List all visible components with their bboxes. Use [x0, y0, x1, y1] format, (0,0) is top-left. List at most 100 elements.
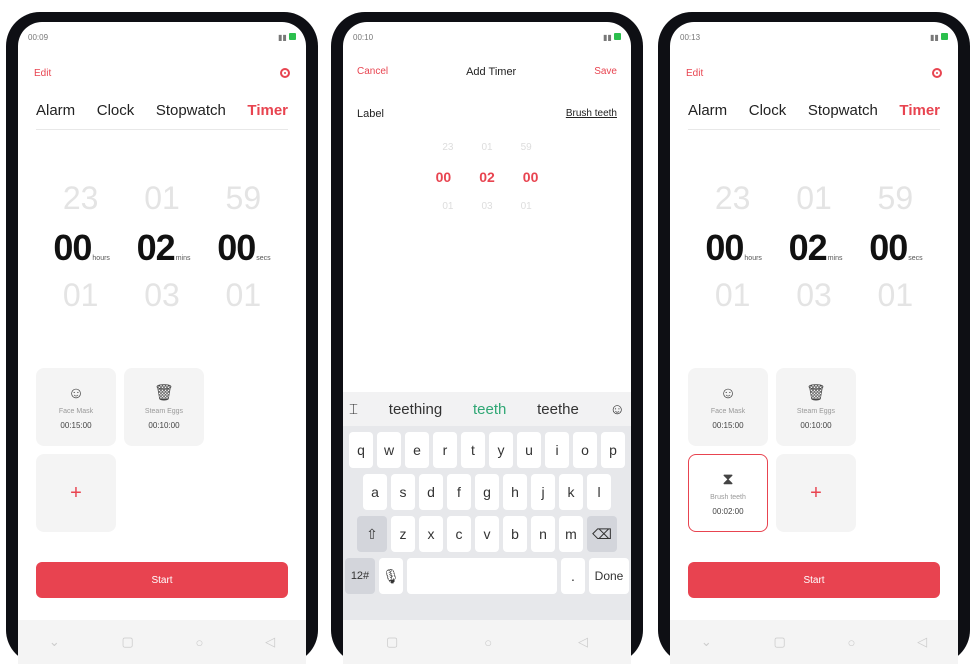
key-e[interactable]: e [405, 432, 429, 468]
status-time: 00:10 [353, 32, 374, 42]
cancel-button[interactable]: Cancel [357, 66, 388, 78]
picker-prev-mins: 01 [481, 142, 493, 153]
key-s[interactable]: s [391, 474, 415, 510]
key-a[interactable]: a [363, 474, 387, 510]
backspace-key-icon[interactable]: ⌫ [587, 516, 617, 552]
period-key[interactable]: . [561, 558, 585, 594]
tab-alarm[interactable]: Alarm [36, 102, 75, 119]
picker-prev-hours: 23 [714, 180, 751, 216]
key-f[interactable]: f [447, 474, 471, 510]
add-preset-button[interactable]: + [776, 454, 856, 532]
preset-card-selected[interactable]: ⧗ Brush teeth 00:02:00 [688, 454, 768, 532]
picker-secs[interactable]: 00 [217, 227, 256, 268]
tab-clock[interactable]: Clock [97, 102, 135, 119]
preset-time: 00:10:00 [148, 421, 180, 430]
edit-button[interactable]: Edit [34, 68, 51, 79]
key-p[interactable]: p [601, 432, 625, 468]
done-key[interactable]: Done [589, 558, 629, 594]
picker-prev-secs: 59 [225, 180, 262, 216]
label-input[interactable]: Brush teeth [566, 108, 617, 120]
nav-collapse-icon[interactable]: ⌄ [49, 634, 60, 650]
nav-recents-icon[interactable]: ▢ [386, 634, 398, 650]
key-q[interactable]: q [349, 432, 373, 468]
key-g[interactable]: g [475, 474, 499, 510]
save-button[interactable]: Save [594, 66, 617, 78]
nav-back-icon[interactable]: ◁ [578, 634, 588, 650]
tab-clock[interactable]: Clock [749, 102, 787, 119]
time-picker[interactable]: 23 01 59 00hours 02mins 00secs 01 03 01 [18, 172, 306, 314]
settings-icon[interactable] [280, 68, 290, 78]
picker-prev-secs: 59 [520, 142, 532, 153]
start-button[interactable]: Start [688, 562, 940, 598]
timer-screen: 00:13 ▮▮ Edit Alarm Clock Stopwatch Time… [670, 22, 958, 664]
edit-button[interactable]: Edit [686, 68, 703, 79]
key-j[interactable]: j [531, 474, 555, 510]
key-x[interactable]: x [419, 516, 443, 552]
nav-back-icon[interactable]: ◁ [917, 634, 927, 650]
key-w[interactable]: w [377, 432, 401, 468]
mic-key-icon[interactable]: 🎙 [379, 558, 403, 594]
key-m[interactable]: m [559, 516, 583, 552]
nav-home-icon[interactable]: ○ [848, 635, 856, 650]
numbers-key[interactable]: 12# [345, 558, 375, 594]
nav-collapse-icon[interactable]: ⌄ [701, 634, 712, 650]
start-button[interactable]: Start [36, 562, 288, 598]
picker-hours[interactable]: 00 [436, 169, 452, 185]
nav-recents-icon[interactable]: ▢ [774, 634, 786, 650]
picker-mins[interactable]: 02 [479, 169, 495, 185]
time-picker[interactable]: 23 01 59 00 02 00 01 03 01 [343, 142, 631, 257]
key-y[interactable]: y [489, 432, 513, 468]
preset-card[interactable]: ☺ Face Mask 00:15:00 [36, 368, 116, 446]
suggestion[interactable]: teeth [473, 401, 506, 418]
label-field[interactable]: Label Brush teeth [357, 108, 617, 120]
key-z[interactable]: z [391, 516, 415, 552]
picker-secs[interactable]: 00 [869, 227, 908, 268]
key-i[interactable]: i [545, 432, 569, 468]
cursor-icon[interactable]: ⌶ [349, 401, 358, 418]
suggestion[interactable]: teethe [537, 401, 579, 418]
key-t[interactable]: t [461, 432, 485, 468]
picker-secs[interactable]: 00 [523, 169, 539, 185]
key-v[interactable]: v [475, 516, 499, 552]
tab-stopwatch[interactable]: Stopwatch [808, 102, 878, 119]
nav-recents-icon[interactable]: ▢ [122, 634, 134, 650]
tab-timer[interactable]: Timer [247, 102, 288, 119]
key-d[interactable]: d [419, 474, 443, 510]
picker-mins[interactable]: 02 [789, 227, 828, 268]
key-b[interactable]: b [503, 516, 527, 552]
nav-home-icon[interactable]: ○ [196, 635, 204, 650]
tab-stopwatch[interactable]: Stopwatch [156, 102, 226, 119]
picker-next-hours: 01 [442, 201, 454, 212]
key-c[interactable]: c [447, 516, 471, 552]
add-preset-button[interactable]: + [36, 454, 116, 532]
key-o[interactable]: o [573, 432, 597, 468]
picker-mins[interactable]: 02 [137, 227, 176, 268]
picker-next-secs: 01 [225, 277, 262, 313]
settings-icon[interactable] [932, 68, 942, 78]
picker-hours[interactable]: 00 [705, 227, 744, 268]
key-l[interactable]: l [587, 474, 611, 510]
shift-key-icon[interactable]: ⇧ [357, 516, 387, 552]
status-icons: ▮▮ [930, 32, 948, 42]
preset-card[interactable]: 🗑 Steam Eggs 00:10:00 [776, 368, 856, 446]
tab-alarm[interactable]: Alarm [688, 102, 727, 119]
picker-hours[interactable]: 00 [53, 227, 92, 268]
nav-home-icon[interactable]: ○ [484, 635, 492, 650]
add-timer-screen: 00:10 ▮▮ Cancel Add Timer Save Label Bru… [343, 22, 631, 664]
space-key[interactable] [407, 558, 557, 594]
emoji-icon[interactable]: ☺ [610, 401, 625, 418]
preset-card[interactable]: ☺ Face Mask 00:15:00 [688, 368, 768, 446]
preset-card[interactable]: 🗑 Steam Eggs 00:10:00 [124, 368, 204, 446]
key-k[interactable]: k [559, 474, 583, 510]
suggestion[interactable]: teething [389, 401, 442, 418]
preset-time: 00:10:00 [800, 421, 832, 430]
nav-back-icon[interactable]: ◁ [265, 634, 275, 650]
picker-next-secs: 01 [877, 277, 914, 313]
time-picker[interactable]: 23 01 59 00hours 02mins 00secs 01 03 01 [670, 172, 958, 314]
key-h[interactable]: h [503, 474, 527, 510]
key-u[interactable]: u [517, 432, 541, 468]
tab-timer[interactable]: Timer [899, 102, 940, 119]
key-n[interactable]: n [531, 516, 555, 552]
key-r[interactable]: r [433, 432, 457, 468]
status-icons: ▮▮ [278, 32, 296, 42]
